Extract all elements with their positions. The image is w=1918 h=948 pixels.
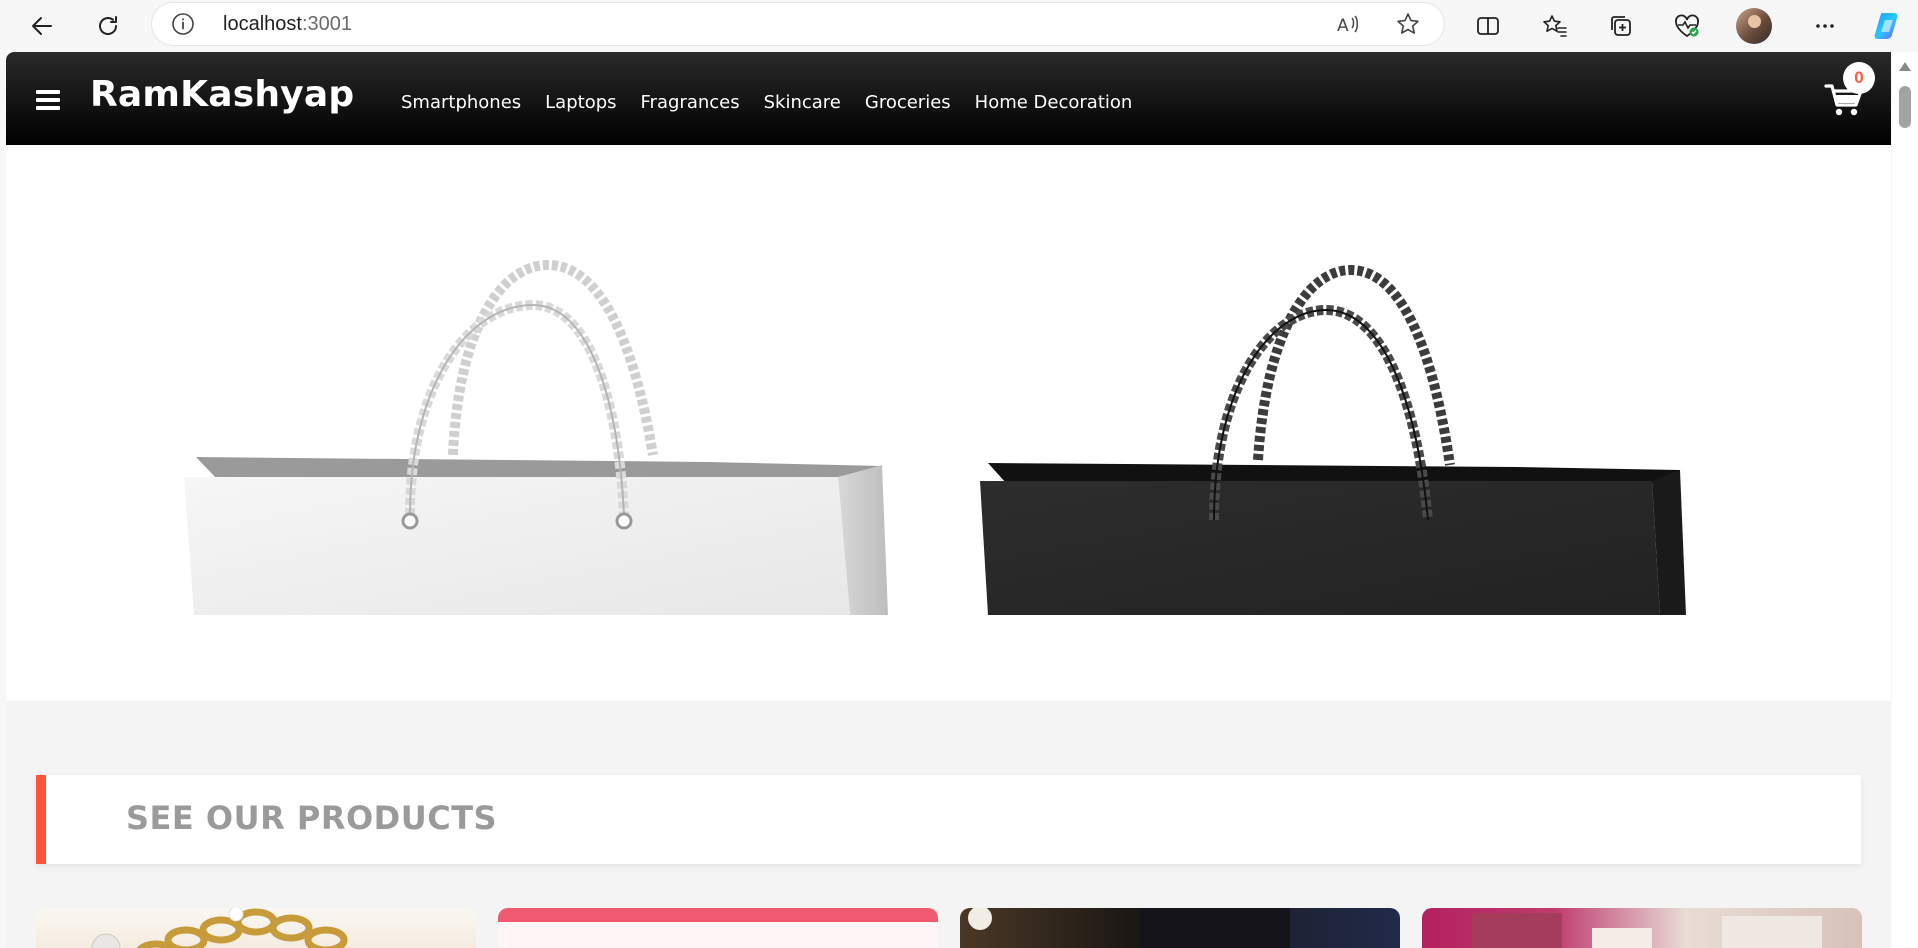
svg-text:A: A [1337, 16, 1349, 36]
read-aloud-icon[interactable]: A [1335, 11, 1361, 37]
gold-chain-jewelry [91, 908, 348, 948]
nav-link-laptops[interactable]: Laptops [545, 92, 616, 113]
info-icon[interactable] [171, 12, 195, 36]
product-card[interactable] [36, 908, 476, 948]
cart-count-badge: 0 [1843, 62, 1875, 94]
nav-link-home-decoration[interactable]: Home Decoration [975, 92, 1133, 113]
url-text[interactable]: localhost:3001 [223, 13, 352, 36]
back-arrow-icon[interactable] [22, 6, 62, 46]
favorite-star-icon[interactable] [1395, 11, 1421, 37]
more-icon[interactable] [1805, 6, 1845, 46]
browser-toolbar: localhost:3001 A [0, 0, 1918, 52]
nav-link-fragrances[interactable]: Fragrances [641, 92, 740, 113]
product-card[interactable] [960, 908, 1400, 948]
collections-icon[interactable] [1601, 6, 1641, 46]
page-viewport: RamKashyap Smartphones Laptops Fragrance… [6, 52, 1891, 948]
product-card[interactable] [1422, 908, 1862, 948]
vertical-scrollbar[interactable] [1892, 52, 1918, 948]
wardrobe-photo [1472, 913, 1822, 948]
category-links: Smartphones Laptops Fragrances Skincare … [401, 92, 1156, 113]
nav-link-skincare[interactable]: Skincare [764, 92, 841, 113]
card-banner-text: PRESHEE ORLAPT [568, 908, 834, 926]
copilot-icon[interactable] [1868, 6, 1908, 46]
brand-logo[interactable]: RamKashyap [90, 74, 354, 115]
section-title: SEE OUR PRODUCTS [126, 799, 498, 837]
black-shopping-bag [980, 264, 1686, 615]
scroll-thumb[interactable] [1899, 86, 1911, 128]
dark-photo [968, 908, 1290, 948]
address-bar[interactable]: localhost:3001 A [151, 2, 1445, 46]
white-shopping-bag [184, 259, 888, 615]
accent-bar [36, 775, 46, 864]
product-grid: PRESHEE ORLAPT [36, 908, 1862, 948]
hamburger-menu-icon[interactable] [36, 90, 60, 110]
scroll-up-arrow-icon[interactable] [1899, 62, 1911, 71]
site-navbar: RamKashyap Smartphones Laptops Fragrance… [6, 52, 1891, 145]
nav-link-smartphones[interactable]: Smartphones [401, 92, 521, 113]
split-screen-icon[interactable] [1468, 6, 1508, 46]
browser-essentials-icon[interactable] [1667, 6, 1707, 46]
hero-banner [6, 145, 1891, 701]
profile-avatar[interactable] [1736, 8, 1772, 44]
nav-link-groceries[interactable]: Groceries [865, 92, 951, 113]
refresh-icon[interactable] [88, 6, 128, 46]
favorites-icon[interactable] [1535, 6, 1575, 46]
product-card[interactable]: PRESHEE ORLAPT [498, 908, 938, 948]
products-section-header: SEE OUR PRODUCTS [36, 775, 1861, 864]
